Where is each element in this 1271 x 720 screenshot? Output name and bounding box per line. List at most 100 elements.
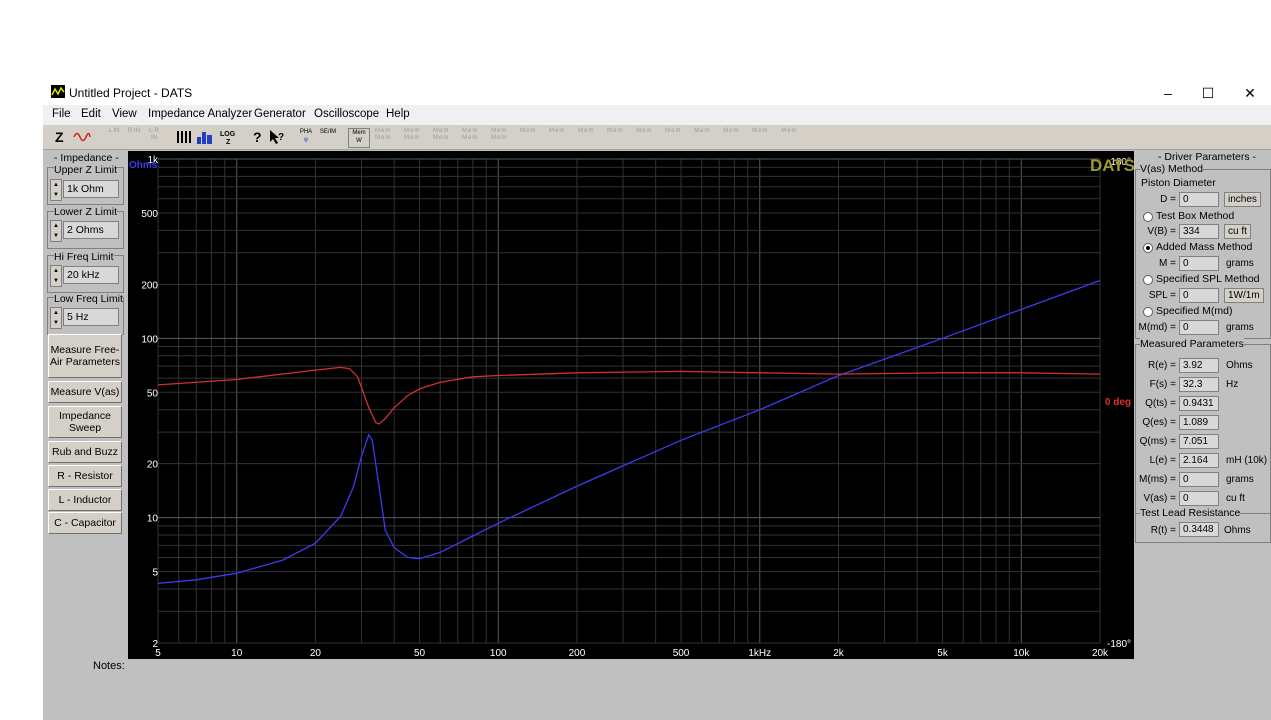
lower-z-field[interactable]: 2 Ohms <box>63 221 119 239</box>
mem-slot-17[interactable]: Mem <box>404 135 420 141</box>
mem-slot-5[interactable]: Mem <box>491 128 507 134</box>
vas-field[interactable]: 0 <box>1179 491 1219 506</box>
lead-header: Test Lead Resistance <box>1140 507 1241 519</box>
mem-slot-2[interactable]: Mem <box>404 128 420 134</box>
mms-field[interactable]: 0 <box>1179 472 1219 487</box>
le-field[interactable]: 2.164 <box>1179 453 1219 468</box>
mem-slot-20[interactable]: Mem <box>491 135 507 141</box>
context-help-icon[interactable]: ? <box>268 128 286 146</box>
mem-slot-10[interactable]: Mem <box>636 128 652 134</box>
inductor-button[interactable]: L - Inductor <box>48 489 122 511</box>
added-mass-radio[interactable] <box>1143 243 1153 253</box>
resistor-button[interactable]: R - Resistor <box>48 465 122 487</box>
vas-method-label: V(as) Method <box>1140 163 1204 175</box>
spl-field[interactable]: 0 <box>1179 288 1219 303</box>
menu-help[interactable]: Help <box>386 108 410 120</box>
mem-slot-15[interactable]: Mem <box>781 128 797 134</box>
mem-slot-13[interactable]: Mem <box>723 128 739 134</box>
fs-field[interactable]: 32.3 <box>1179 377 1219 392</box>
close-button[interactable]: ✕ <box>1230 82 1270 104</box>
mem-slot-12[interactable]: Mem <box>694 128 710 134</box>
phase-button-label: PHA <box>299 129 313 135</box>
qts-field[interactable]: 0.9431 <box>1179 396 1219 411</box>
fs-label: F(s) = <box>1149 379 1176 390</box>
sine-wave-icon[interactable] <box>73 128 91 146</box>
mms-label: M(ms) = <box>1139 474 1176 485</box>
hi-freq-spinner[interactable]: ▲ ▼ <box>50 265 62 287</box>
rt-field[interactable]: 0.3448 <box>1179 522 1219 537</box>
right-input-button[interactable]: R IN <box>128 128 140 146</box>
menu-view[interactable]: View <box>112 108 137 120</box>
d-field[interactable]: 0 <box>1179 192 1219 207</box>
minimize-button[interactable]: – <box>1148 82 1188 104</box>
mmd-method-radio[interactable] <box>1143 307 1153 317</box>
mem-w-button[interactable]: Mem W <box>348 128 370 148</box>
mem-slot-16[interactable]: Mem <box>375 135 391 141</box>
rub-and-buzz-button[interactable]: Rub and Buzz <box>48 441 122 463</box>
mem-slot-18[interactable]: Mem <box>433 135 449 141</box>
maximize-button[interactable]: ☐ <box>1188 82 1228 104</box>
se-im-button[interactable]: SE/IM <box>319 128 337 146</box>
upper-z-spinner[interactable]: ▲ ▼ <box>50 179 62 201</box>
le-label: L(e) = <box>1149 455 1176 466</box>
phase-button[interactable]: PHA φ <box>297 128 315 146</box>
help-icon[interactable]: ? <box>250 128 264 146</box>
menu-generator[interactable]: Generator <box>254 108 306 120</box>
re-field[interactable]: 3.92 <box>1179 358 1219 373</box>
menu-impedance-analyzer[interactable]: Impedance Analyzer <box>148 108 252 120</box>
dats-app-icon <box>51 85 65 98</box>
impedance-mode-button[interactable]: Z <box>55 128 64 146</box>
notes-area[interactable] <box>126 663 1136 718</box>
measure-free-air-button[interactable]: Measure Free-Air Parameters <box>48 334 122 378</box>
driver-parameters-header: - Driver Parameters - <box>1158 151 1257 163</box>
mem-slot-8[interactable]: Mem <box>578 128 594 134</box>
impedance-chart: 1k500200100502010525 10 20 50 100 200 500 1kHz 2… <box>129 155 1134 659</box>
mem-slot-4[interactable]: Mem <box>462 128 478 134</box>
spl-unit[interactable]: 1W/1m <box>1224 288 1264 303</box>
test-box-radio[interactable] <box>1143 212 1153 222</box>
histogram-icon[interactable] <box>196 128 214 146</box>
x-tick-label: 2k <box>833 648 845 659</box>
mem-slot-6[interactable]: Mem <box>520 128 536 134</box>
m-field[interactable]: 0 <box>1179 256 1219 271</box>
hi-freq-field[interactable]: 20 kHz <box>63 266 119 284</box>
d-unit[interactable]: inches <box>1224 192 1261 207</box>
impedance-plot[interactable]: 1k 500 200 100 50 20 10 5 2 5 10 20 50 100 200 500 1kHz 2… <box>128 151 1134 659</box>
upper-z-field[interactable]: 1k Ohm <box>63 180 119 198</box>
mem-slot-1[interactable]: Mem <box>375 128 391 134</box>
l-r-input-button[interactable]: L-R IN <box>147 128 161 146</box>
vb-unit[interactable]: cu ft <box>1224 224 1251 239</box>
mem-slot-11[interactable]: Mem <box>665 128 681 134</box>
log-scale-icon[interactable]: LOG Z <box>219 128 239 146</box>
mem-slot-19[interactable]: Mem <box>462 135 478 141</box>
low-freq-spinner[interactable]: ▲ ▼ <box>50 307 62 329</box>
mem-slot-7[interactable]: Mem <box>549 128 565 134</box>
mem-slot-9[interactable]: Mem <box>607 128 623 134</box>
measure-vas-button[interactable]: Measure V(as) <box>48 381 122 403</box>
capacitor-button[interactable]: C - Capacitor <box>48 512 122 534</box>
x-tick-label: 10k <box>1013 648 1030 659</box>
mmd-method-label: Specified M(md) <box>1156 305 1233 317</box>
impedance-sweep-button[interactable]: Impedance Sweep <box>48 406 122 438</box>
measured-header: Measured Parameters <box>1140 338 1244 350</box>
menu-edit[interactable]: Edit <box>81 108 101 120</box>
x-tick-label: 10 <box>231 648 243 659</box>
vb-field[interactable]: 334 <box>1179 224 1219 239</box>
menu-file[interactable]: File <box>52 108 71 120</box>
mmd-field[interactable]: 0 <box>1179 320 1219 335</box>
qes-field[interactable]: 1.089 <box>1179 415 1219 430</box>
svg-text:LOG: LOG <box>220 131 236 138</box>
svg-text:?: ? <box>253 129 262 145</box>
low-freq-field[interactable]: 5 Hz <box>63 308 119 326</box>
spl-method-radio[interactable] <box>1143 275 1153 285</box>
mem-slot-14[interactable]: Mem <box>752 128 768 134</box>
mem-slot-3[interactable]: Mem <box>433 128 449 134</box>
qms-field[interactable]: 7.051 <box>1179 434 1219 449</box>
bars-icon[interactable] <box>175 128 193 146</box>
menu-oscilloscope[interactable]: Oscilloscope <box>314 108 379 120</box>
lower-z-spinner[interactable]: ▲ ▼ <box>50 220 62 242</box>
qes-label: Q(es) = <box>1142 417 1176 428</box>
app-window: Untitled Project - DATS – ☐ ✕ File Edit … <box>43 80 1271 720</box>
x-tick-label: 100 <box>490 648 507 659</box>
left-input-button[interactable]: L IN <box>108 128 120 146</box>
